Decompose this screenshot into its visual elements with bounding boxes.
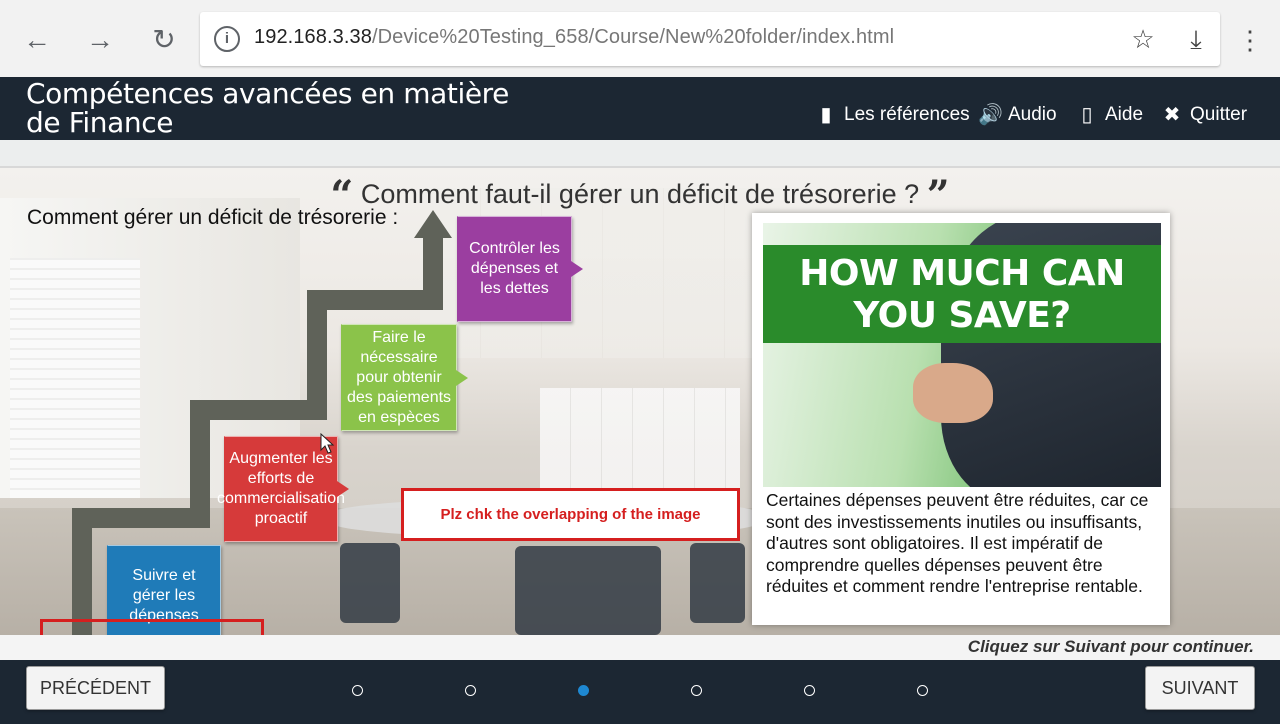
info-card: HOW MUCH CAN YOU SAVE? Certaines dépense… (752, 213, 1170, 625)
close-icon: ✖ (1163, 104, 1181, 126)
page-dot-5[interactable] (804, 685, 815, 696)
step-control-expenses: Contrôler les dépenses et les dettes (457, 216, 583, 322)
mouse-cursor-shape (320, 433, 335, 454)
page-dot-3[interactable] (578, 685, 589, 696)
slide-stage: “ Comment faut-il gérer un déficit de tr… (0, 168, 1280, 635)
page-dot-2[interactable] (465, 685, 476, 696)
continue-hint: Cliquez sur Suivant pour continuer. (967, 637, 1254, 656)
promo-image: HOW MUCH CAN YOU SAVE? (763, 223, 1161, 487)
previous-button[interactable]: PRÉCÉDENT (26, 666, 165, 710)
bookmark-star-icon[interactable]: ☆ (1128, 24, 1158, 54)
site-info-icon[interactable]: i (214, 26, 240, 52)
speaker-icon: 🔊 (978, 104, 1003, 126)
url-path: /Device%20Testing_658/Course/New%20folde… (371, 26, 895, 48)
review-annotation: Plz chk the overlapping of the image (401, 488, 740, 541)
audio-link[interactable]: 🔊 Audio (978, 103, 1057, 127)
close-quote-icon: ” (926, 172, 950, 219)
references-label: Les références (844, 104, 970, 125)
help-link[interactable]: ▯ Aide (1075, 103, 1143, 127)
browser-toolbar: ← → ↻ i 192.168.3.38/Device%20Testing_65… (0, 0, 1280, 77)
course-title: Compétences avancées en matière de Finan… (26, 77, 510, 139)
course-footer: PRÉCÉDENT SUIVANT (0, 660, 1280, 724)
url-host: 192.168.3.38 (254, 26, 372, 48)
page-dot-4[interactable] (691, 685, 702, 696)
address-bar[interactable]: i 192.168.3.38/Device%20Testing_658/Cour… (200, 12, 1220, 66)
header-divider (0, 140, 1280, 168)
back-arrow-icon[interactable]: ← (21, 22, 53, 58)
download-icon[interactable]: ⤓ (1181, 24, 1211, 54)
continue-bar: Cliquez sur Suivant pour continuer. (0, 635, 1280, 660)
quit-link[interactable]: ✖ Quitter (1160, 103, 1247, 127)
browser-menu-icon[interactable]: ⋮ (1236, 22, 1264, 58)
bookmark-icon: ▮ (820, 104, 832, 126)
url-text[interactable]: 192.168.3.38/Device%20Testing_658/Course… (254, 26, 894, 49)
pointing-hand (913, 363, 993, 423)
audio-label: Audio (1008, 104, 1057, 125)
page-dot-6[interactable] (917, 685, 928, 696)
next-button[interactable]: SUIVANT (1145, 666, 1255, 710)
help-label: Aide (1105, 104, 1144, 125)
reload-icon[interactable]: ↻ (148, 22, 180, 58)
step-cash-payments: Faire le nécessaire pour obtenir des pai… (341, 324, 468, 431)
course-header: Compétences avancées en matière de Finan… (0, 77, 1280, 140)
card-description: Certaines dépenses peuvent être réduites… (766, 490, 1149, 596)
book-icon: ▯ (1081, 104, 1093, 126)
annotation-text: Plz chk the overlapping of the image (440, 506, 701, 523)
forward-arrow-icon[interactable]: → (84, 22, 116, 58)
page-dot-1[interactable] (352, 685, 363, 696)
promo-text: HOW MUCH CAN YOU SAVE? (799, 253, 1125, 336)
references-link[interactable]: ▮ Les références (814, 103, 970, 127)
quit-label: Quitter (1190, 104, 1248, 125)
